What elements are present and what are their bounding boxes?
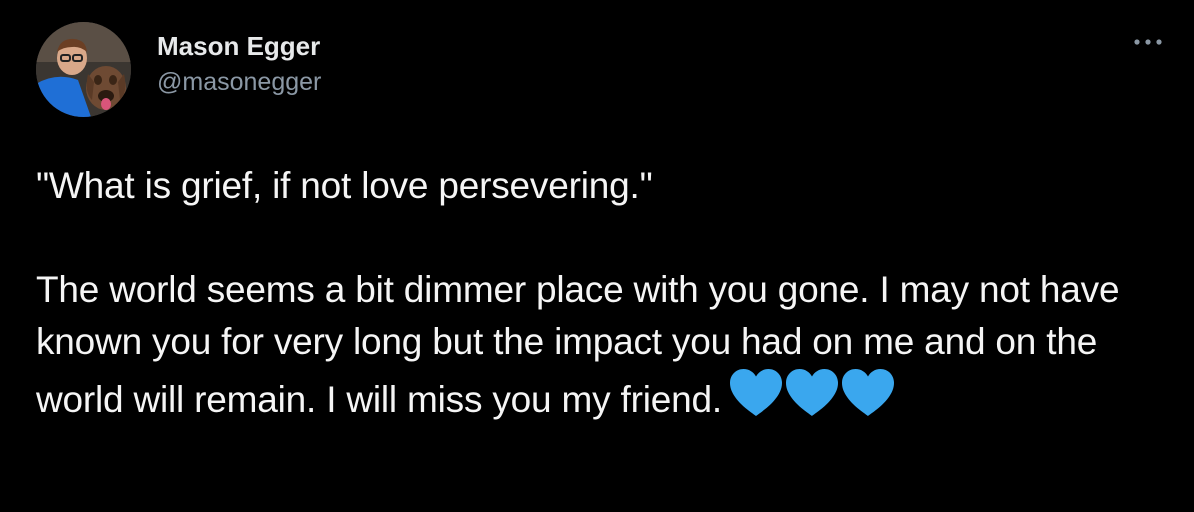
tweet-card: Mason Egger @masonegger "What is grief, …	[0, 0, 1194, 512]
tweet-quote-line: "What is grief, if not love persevering.…	[36, 165, 653, 206]
avatar[interactable]	[36, 22, 131, 117]
tweet-text: "What is grief, if not love persevering.…	[36, 160, 1146, 426]
tweet-body-text: The world seems a bit dimmer place with …	[36, 269, 1120, 420]
more-options-button[interactable]	[1130, 30, 1166, 54]
emoji-group	[728, 368, 896, 418]
avatar-photo-icon	[36, 22, 131, 117]
blue-heart-icon	[728, 368, 784, 418]
blue-heart-icon	[784, 368, 840, 418]
author-info: Mason Egger @masonegger	[157, 30, 321, 98]
more-horizontal-icon	[1134, 39, 1162, 45]
author-display-name[interactable]: Mason Egger	[157, 30, 321, 62]
author-handle[interactable]: @masonegger	[157, 66, 321, 98]
blue-heart-icon	[840, 368, 896, 418]
tweet-body: The world seems a bit dimmer place with …	[36, 264, 1146, 426]
